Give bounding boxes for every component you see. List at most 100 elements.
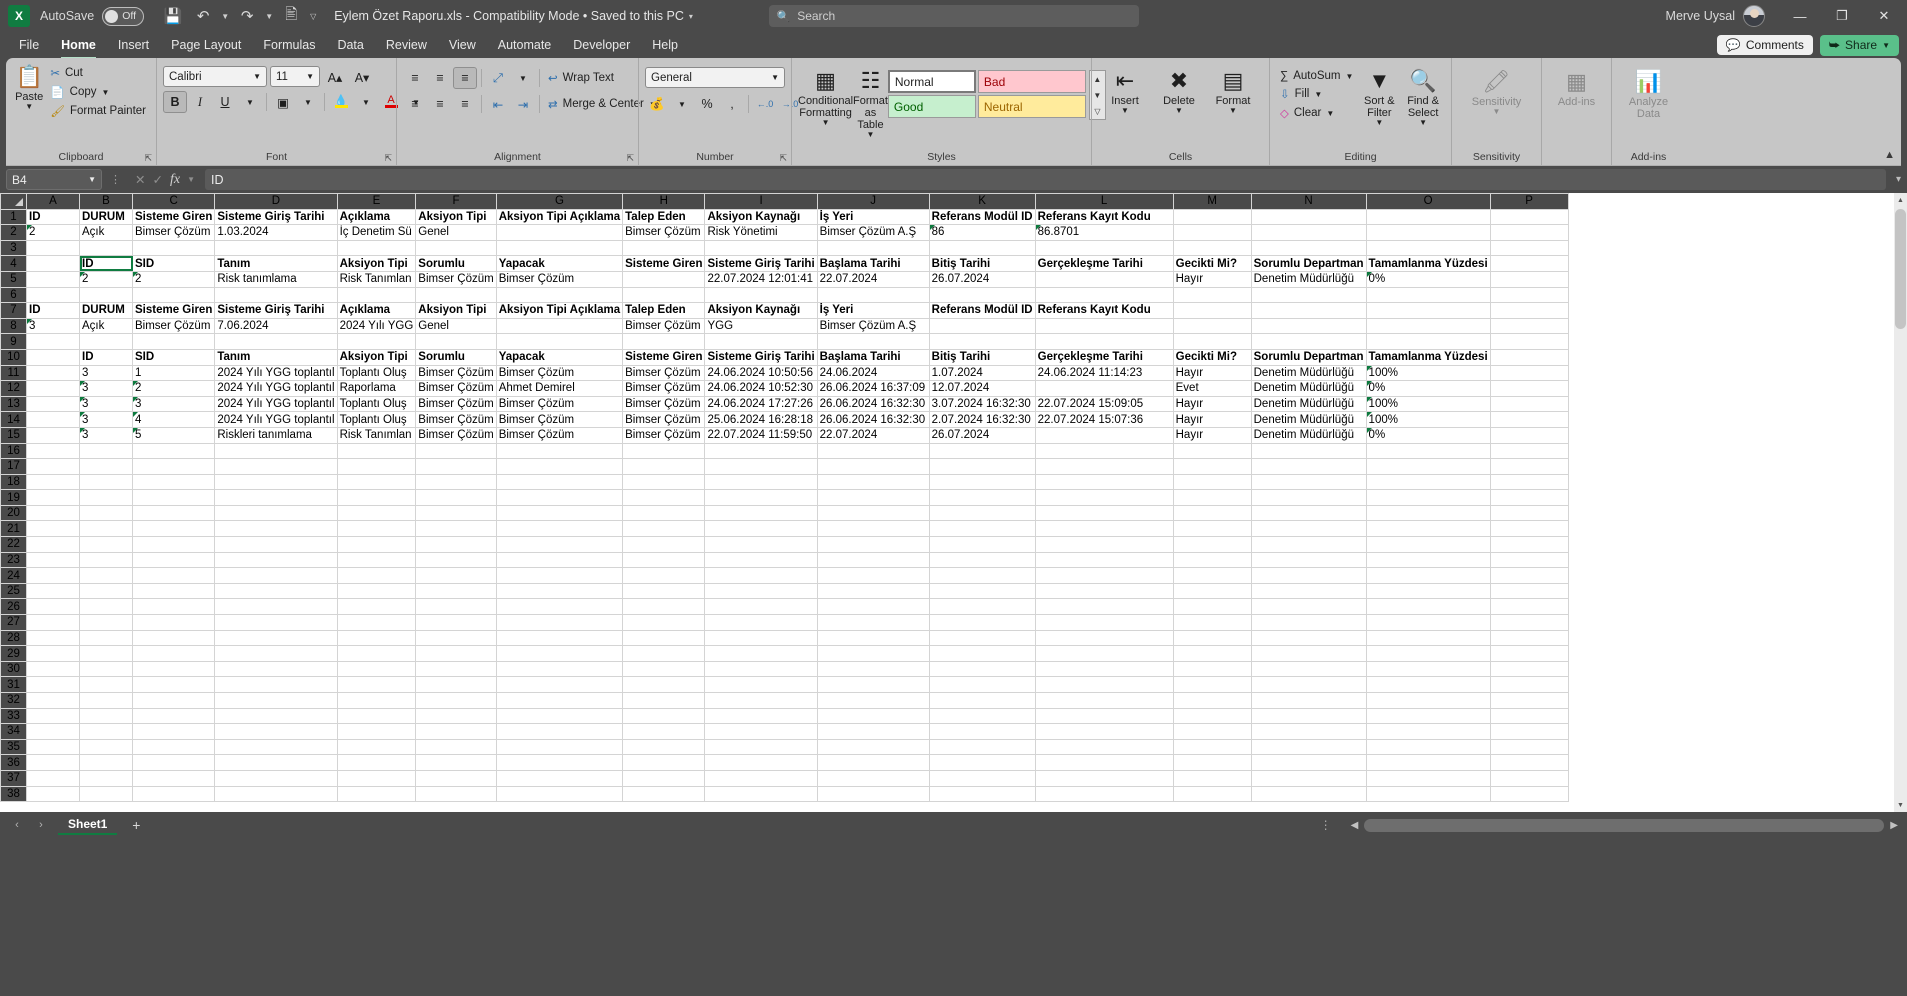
cell-F34[interactable] [415,723,497,740]
cell-M12[interactable]: Evet [1172,380,1252,397]
cell-G13[interactable]: Bimser Çözüm [495,395,624,413]
cell-D17[interactable] [214,458,338,475]
fill-color-dropdown-icon[interactable]: ▼ [354,91,378,113]
cell-I22[interactable] [704,536,818,553]
cell-H31[interactable] [622,676,706,693]
cell-N11[interactable]: Denetim Müdürlüğü [1250,364,1367,382]
row-header-27[interactable]: 27 [0,614,27,631]
cell-A27[interactable] [26,614,80,631]
bold-button[interactable]: B [163,91,187,113]
cell-O16[interactable] [1365,442,1491,460]
cell-E37[interactable] [336,769,417,787]
cell-A11[interactable] [26,364,80,382]
cell-D33[interactable] [214,707,338,725]
scroll-down-icon[interactable]: ▼ [1894,798,1907,812]
row-header-16[interactable]: 16 [0,442,27,460]
cell-O22[interactable] [1365,536,1491,553]
cell-D7[interactable]: Sisteme Giriş Tarihi [214,302,338,319]
cell-I17[interactable] [704,458,818,475]
cell-H13[interactable]: Bimser Çözüm [622,395,706,413]
cell-B3[interactable] [79,239,133,257]
cell-M38[interactable] [1172,785,1252,803]
cell-E24[interactable] [336,567,417,584]
cell-K33[interactable] [928,707,1036,725]
cell-P36[interactable] [1489,754,1569,771]
cell-O14[interactable]: 100% [1365,411,1491,428]
cell-E3[interactable] [336,239,417,257]
cell-I12[interactable]: 24.06.2024 10:52:30 [704,380,818,397]
cell-F22[interactable] [415,536,497,553]
cell-L21[interactable] [1034,520,1174,538]
cell-L23[interactable] [1034,551,1174,569]
cell-J23[interactable] [816,551,930,569]
cell-J7[interactable]: İş Yeri [816,302,930,319]
select-all-corner[interactable] [0,193,27,210]
cell-G16[interactable] [495,442,624,460]
cell-C37[interactable] [131,769,216,787]
cell-G12[interactable]: Ahmet Demirel [495,380,624,397]
format-painter-button[interactable]: 🖌 Format Painter [46,102,150,120]
row-header-6[interactable]: 6 [0,286,27,304]
cell-P35[interactable] [1489,738,1569,756]
cell-O23[interactable] [1365,551,1491,569]
cell-F29[interactable] [415,645,497,662]
align-top-icon[interactable]: ≡ [403,67,427,89]
cell-H34[interactable] [622,723,706,740]
cell-F36[interactable] [415,754,497,771]
number-format-select[interactable]: General ▼ [645,67,785,88]
cell-E32[interactable] [336,692,417,709]
cell-C35[interactable] [131,738,216,756]
column-header-O[interactable]: O [1365,193,1491,210]
cell-E9[interactable] [336,333,417,350]
cell-A9[interactable] [26,333,80,350]
column-header-A[interactable]: A [26,193,80,210]
cell-A28[interactable] [26,629,80,647]
cell-H11[interactable]: Bimser Çözüm [622,364,706,382]
cell-M33[interactable] [1172,707,1252,725]
cell-K23[interactable] [928,551,1036,569]
cell-E25[interactable] [336,582,417,600]
formula-dropdown-icon[interactable]: ▼ [187,175,195,184]
cell-H32[interactable] [622,692,706,709]
cell-F26[interactable] [415,598,497,616]
cell-A30[interactable] [26,660,80,678]
cell-C22[interactable] [131,536,216,553]
cell-K25[interactable] [928,582,1036,600]
cell-E13[interactable]: Toplantı Oluş [336,395,417,413]
cell-C28[interactable] [131,629,216,647]
cell-G5[interactable]: Bimser Çözüm [495,270,624,288]
cell-D23[interactable] [214,551,338,569]
cell-K11[interactable]: 1.07.2024 [928,364,1036,382]
cell-E8[interactable]: 2024 Yılı YGG [336,317,417,335]
cell-E26[interactable] [336,598,417,616]
cell-M20[interactable] [1172,504,1252,522]
cell-style-normal[interactable]: Normal [887,70,976,93]
cell-P27[interactable] [1489,614,1569,631]
cell-L26[interactable] [1034,598,1174,616]
previous-sheet-icon[interactable]: ‹ [6,815,28,835]
row-header-13[interactable]: 13 [0,395,27,413]
cell-G22[interactable] [495,536,624,553]
cell-D30[interactable] [214,660,338,678]
cell-style-bad[interactable]: Bad [977,70,1086,93]
cell-D27[interactable] [214,614,338,631]
cell-K32[interactable] [928,692,1036,709]
underline-button[interactable]: U [213,91,237,113]
cell-F17[interactable] [415,458,497,475]
cell-I11[interactable]: 24.06.2024 10:50:56 [704,364,818,382]
cell-G36[interactable] [495,754,624,771]
borders-dropdown-icon[interactable]: ▼ [296,91,320,113]
cell-O26[interactable] [1365,598,1491,616]
clipboard-dialog-launcher-icon[interactable]: ⇱ [144,153,152,164]
cell-A35[interactable] [26,738,80,756]
cell-P3[interactable] [1489,239,1569,257]
cell-D19[interactable] [214,489,338,506]
cell-K20[interactable] [928,504,1036,522]
cell-I10[interactable]: Sisteme Giriş Tarihi [704,348,818,366]
avatar[interactable] [1743,5,1765,27]
cell-B1[interactable]: DURUM [79,208,133,226]
cell-J2[interactable]: Bimser Çözüm A.Ş [816,224,930,241]
cell-J4[interactable]: Başlama Tarihi [816,255,930,272]
copy-button[interactable]: 📄 Copy ▼ [46,83,150,101]
cell-G15[interactable]: Bimser Çözüm [495,426,624,444]
